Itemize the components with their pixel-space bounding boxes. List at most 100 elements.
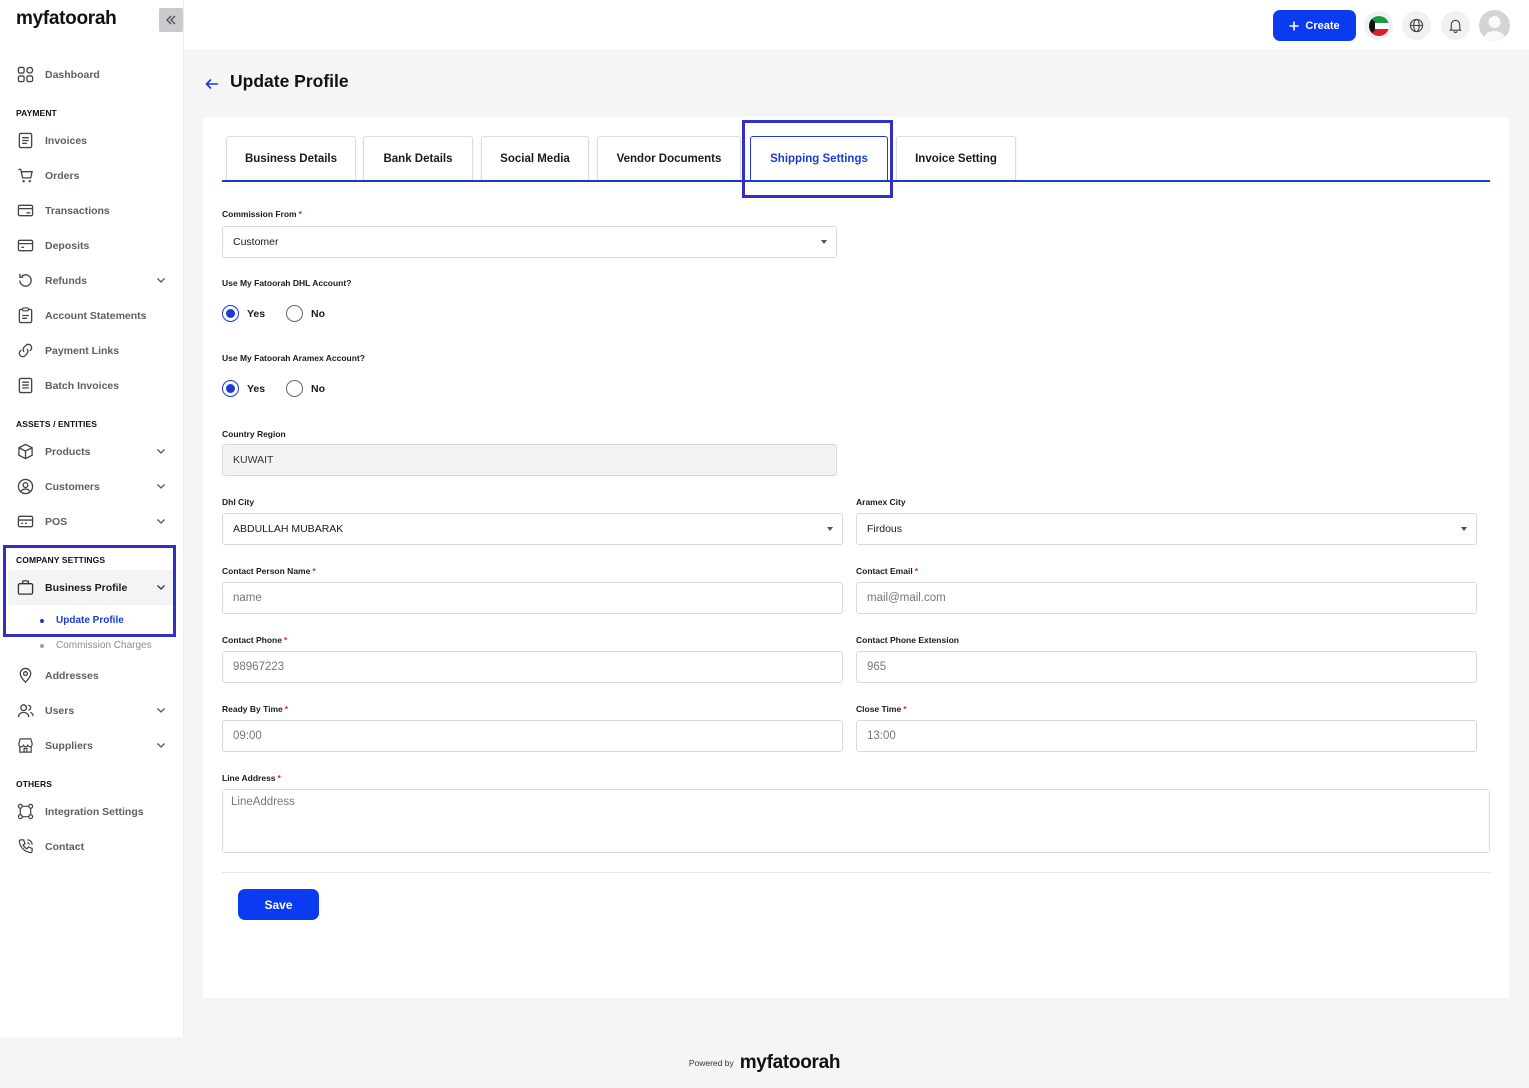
briefcase-icon	[17, 579, 34, 596]
powered-by-text: Powered by	[688, 1057, 734, 1068]
aramex-no-option[interactable]: No	[286, 380, 325, 397]
sidebar-item-label: Users	[45, 704, 75, 717]
dhl-city-select[interactable]: ABDULLAH MUBARAK	[222, 513, 843, 545]
tab-bank-details[interactable]: Bank Details	[363, 136, 473, 180]
contact-phone-label: Contact Phone *	[222, 635, 288, 645]
aramex-city-value: Firdous	[867, 523, 903, 535]
customer-icon	[17, 478, 34, 495]
contact-name-input[interactable]	[233, 592, 842, 604]
required-mark: *	[284, 704, 289, 714]
sidebar-item-orders[interactable]: Orders	[0, 158, 184, 193]
arrow-left-icon[interactable]	[204, 76, 220, 92]
pos-icon	[17, 513, 34, 530]
aramex-city-select[interactable]: Firdous	[856, 513, 1477, 545]
contact-name-field[interactable]	[222, 582, 843, 614]
sidebar-item-label: Invoices	[45, 134, 88, 147]
sidebar-item-refunds[interactable]: Refunds	[0, 263, 184, 298]
avatar[interactable]	[1479, 10, 1510, 41]
tab-invoice-setting[interactable]: Invoice Setting	[896, 136, 1016, 180]
sidebar-item-customers[interactable]: Customers	[0, 469, 184, 504]
close-time-input[interactable]	[867, 730, 1476, 742]
country-flag-button[interactable]	[1364, 11, 1393, 40]
page-header: Update Profile	[204, 70, 349, 92]
sidebar-item-label: Payment Links	[45, 344, 120, 357]
sidebar-item-label: Products	[45, 445, 91, 458]
save-button[interactable]: Save	[238, 889, 319, 920]
sidebar-item-dashboard[interactable]: Dashboard	[0, 57, 184, 92]
box-icon	[17, 443, 34, 460]
dhl-account-label: Use My Fatoorah DHL Account?	[222, 278, 352, 288]
phone-extension-label: Contact Phone Extension	[856, 635, 959, 645]
sidebar-item-addresses[interactable]: Addresses	[0, 658, 184, 693]
collapse-sidebar-button[interactable]	[159, 8, 183, 32]
dhl-no-radio[interactable]	[286, 305, 303, 322]
line-address-textarea[interactable]	[223, 790, 1489, 852]
sidebar-item-pos[interactable]: POS	[0, 504, 184, 539]
bullet-icon	[40, 618, 44, 623]
chevron-down-icon[interactable]	[156, 705, 166, 715]
sidebar-item-deposits[interactable]: Deposits	[0, 228, 184, 263]
sidebar-item-contact[interactable]: Contact	[0, 829, 184, 864]
ready-time-input[interactable]	[233, 730, 842, 742]
myfatoorah-logo[interactable]: myfatoorah	[16, 8, 117, 30]
contact-email-field[interactable]	[856, 582, 1477, 614]
sidebar-subitem-label: Update Profile	[56, 615, 124, 626]
close-time-field[interactable]	[856, 720, 1477, 752]
sidebar-item-users[interactable]: Users	[0, 693, 184, 728]
chevron-down-icon[interactable]	[156, 446, 166, 456]
contact-name-label: Contact Person Name *	[222, 566, 316, 576]
dhl-yes-radio[interactable]	[222, 305, 239, 322]
tab-social-media[interactable]: Social Media	[481, 136, 589, 180]
store-icon	[17, 737, 34, 754]
sidebar-item-label: Business Profile	[45, 581, 128, 594]
chevron-down-icon[interactable]	[156, 582, 166, 592]
notifications-button[interactable]	[1441, 11, 1470, 40]
ready-time-field[interactable]	[222, 720, 843, 752]
sidebar-item-business-profile[interactable]: Business Profile	[8, 570, 176, 605]
close-time-label: Close Time *	[856, 704, 907, 714]
sidebar-item-integration-settings[interactable]: Integration Settings	[0, 794, 184, 829]
aramex-no-radio[interactable]	[286, 380, 303, 397]
sidebar-item-suppliers[interactable]: Suppliers	[0, 728, 184, 763]
chevron-down-icon[interactable]	[156, 516, 166, 526]
tab-shipping-settings[interactable]: Shipping Settings	[750, 136, 888, 180]
required-mark: *	[283, 635, 288, 645]
sidebar-item-account-statements[interactable]: Account Statements	[0, 298, 184, 333]
sidebar-item-label: Integration Settings	[45, 805, 144, 818]
line-address-label: Line Address *	[222, 773, 281, 783]
sidebar-item-label: Customers	[45, 480, 100, 493]
create-button[interactable]: Create	[1273, 10, 1356, 41]
tab-business-details[interactable]: Business Details	[226, 136, 356, 180]
sidebar-subitem-update-profile[interactable]: Update Profile	[0, 608, 184, 633]
link-icon	[17, 342, 34, 359]
sidebar-item-label: Account Statements	[45, 309, 147, 322]
dhl-yes-option[interactable]: Yes	[222, 305, 265, 322]
deposit-icon	[17, 237, 34, 254]
aramex-yes-radio[interactable]	[222, 380, 239, 397]
shipping-settings-card: Business Details Bank Details Social Med…	[203, 117, 1509, 998]
phone-extension-input[interactable]	[867, 661, 1476, 673]
sidebar-item-batch-invoices[interactable]: Batch Invoices	[0, 368, 184, 403]
users-icon	[17, 702, 34, 719]
sidebar-item-invoices[interactable]: Invoices	[0, 123, 184, 158]
sidebar-subitem-commission-charges[interactable]: Commission Charges	[0, 633, 184, 658]
language-button[interactable]	[1402, 11, 1431, 40]
commission-from-select[interactable]: Customer	[222, 226, 837, 258]
tab-vendor-documents[interactable]: Vendor Documents	[597, 136, 741, 180]
contact-phone-input[interactable]	[233, 661, 842, 673]
sidebar-item-transactions[interactable]: Transactions	[0, 193, 184, 228]
aramex-yes-option[interactable]: Yes	[222, 380, 265, 397]
chevron-down-icon[interactable]	[156, 481, 166, 491]
chevron-down-icon[interactable]	[156, 740, 166, 750]
line-address-field[interactable]	[222, 789, 1490, 853]
required-mark: *	[277, 773, 281, 783]
contact-email-input[interactable]	[867, 592, 1476, 604]
chevron-down-icon[interactable]	[156, 275, 166, 285]
sidebar-item-products[interactable]: Products	[0, 434, 184, 469]
sidebar-item-payment-links[interactable]: Payment Links	[0, 333, 184, 368]
radio-label: Yes	[247, 382, 266, 395]
caret-down-icon	[821, 240, 827, 244]
contact-phone-field[interactable]	[222, 651, 843, 683]
dhl-no-option[interactable]: No	[286, 305, 325, 322]
phone-extension-field[interactable]	[856, 651, 1477, 683]
